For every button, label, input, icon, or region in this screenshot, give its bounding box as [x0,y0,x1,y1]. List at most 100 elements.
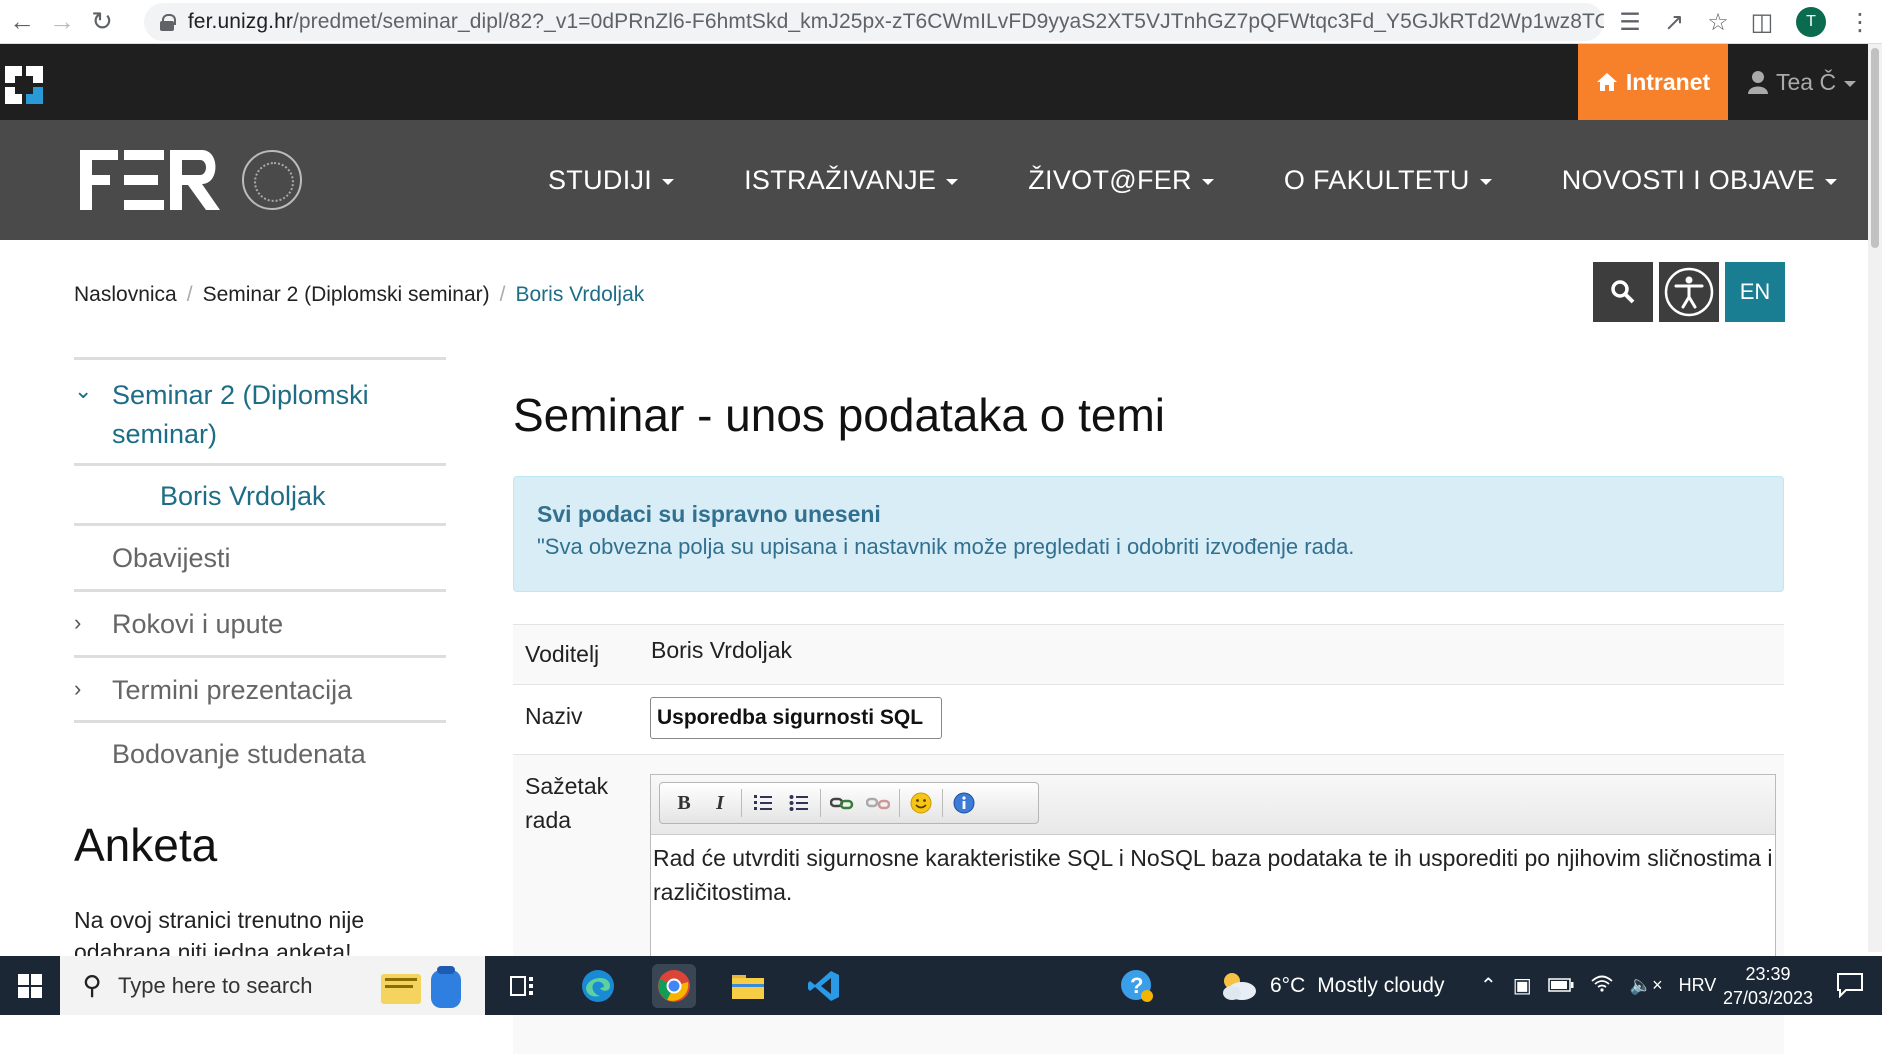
chevron-up-icon[interactable]: ⌃ [1480,973,1497,998]
anketa-heading: Anketa [74,819,218,871]
unlink-icon[interactable] [860,785,896,821]
sidebar-item-label: Seminar 2 (Diplomski seminar) [112,380,369,449]
nav-istrazivanje[interactable]: ISTRAŽIVANJE [744,164,959,196]
breadcrumb-current[interactable]: Boris Vrdoljak [515,283,644,307]
sidebar-item-label: Termini prezentacija [112,675,353,705]
sazetak-label-line1: Sažetak [525,773,609,799]
address-bar[interactable]: fer.unizg.hr/predmet/seminar_dipl/82?_v1… [144,3,1604,41]
file-explorer-icon[interactable] [726,964,770,1008]
sidepanel-icon[interactable]: ◫ [1740,8,1784,37]
clock-date: 27/03/2023 [1722,988,1814,1008]
url-text[interactable]: fer.unizg.hr/predmet/seminar_dipl/82?_v1… [188,10,1604,34]
search-icon [1611,280,1635,304]
voditelj-label: Voditelj [525,641,600,667]
intranet-label: Intranet [1625,68,1711,95]
breadcrumb-separator: / [499,283,506,306]
chevron-right-icon: › [74,610,82,635]
naziv-input[interactable]: Usporedba sigurnosti SQL [650,697,942,739]
info-icon[interactable] [946,785,982,821]
nav-zivot-fer-label: ŽIVOT@FER [1028,164,1192,195]
windows-icon [18,973,42,998]
bullet-list-icon[interactable] [781,785,817,821]
nav-o-fakultetu-label: O FAKULTETU [1283,164,1470,195]
nav-istrazivanje-label: ISTRAŽIVANJE [744,164,937,195]
start-button[interactable] [0,956,60,1015]
sazetak-text[interactable]: Rad će utvrditi sigurnosne karakteristik… [651,835,1775,915]
share-icon[interactable]: ↗ [1652,8,1696,37]
language-button[interactable]: EN [1725,262,1785,322]
forward-icon[interactable]: → [44,4,80,40]
weather-text: Mostly cloudy [1317,973,1445,997]
toolbar-separator [942,789,943,817]
chevron-down-icon [1479,179,1492,185]
vscode-icon[interactable] [802,964,846,1008]
nav-novosti[interactable]: NOVOSTI I OBJAVE [1561,164,1838,196]
battery-icon[interactable] [1547,974,1574,998]
notifications-icon[interactable] [1836,972,1864,1003]
info-alert: Svi podaci su ispravno uneseni "Sva obve… [513,476,1784,592]
sidebar-item-termini[interactable]: › Termini prezentacija [74,655,446,720]
chrome-icon[interactable] [652,964,696,1008]
university-seal [242,150,302,210]
chrome-menu-icon[interactable]: ⋮ [1838,8,1882,37]
chevron-down-icon [946,179,959,185]
taskbar-clock[interactable]: 23:39 27/03/2023 [1708,962,1828,1010]
task-view-icon[interactable] [500,964,544,1008]
editor-toolbar-group: B I [659,782,1039,824]
edge-icon[interactable] [576,964,620,1008]
intranet-button[interactable]: Intranet [1578,44,1728,120]
scrollbar-thumb[interactable] [1871,48,1879,248]
toolbar-separator [820,789,821,817]
help-icon[interactable]: ? [1115,964,1159,1008]
breadcrumb-home[interactable]: Naslovnica [74,283,177,307]
breadcrumb-course[interactable]: Seminar 2 (Diplomski seminar) [203,283,490,307]
page-title: Seminar - unos podataka o temi [513,389,1166,441]
nav-o-fakultetu[interactable]: O FAKULTETU [1284,165,1492,196]
link-icon[interactable] [824,785,860,821]
sazetak-label: Sažetak rada [525,769,608,837]
bold-icon[interactable]: B [666,785,702,821]
toolbar-separator [899,789,900,817]
sidebar-item-obavijesti[interactable]: Obavijesti [74,523,446,589]
numbered-list-icon[interactable] [745,785,781,821]
site-topbar: Intranet Tea Č [0,44,1868,120]
breadcrumb-separator: / [186,283,193,306]
bookmark-star-icon[interactable]: ☆ [1696,8,1740,37]
search-icon: ⚲ [82,970,102,1000]
taskbar-search[interactable]: ⚲ Type here to search [60,956,485,1015]
chevron-down-icon [662,179,675,185]
translate-icon[interactable]: ☰ [1608,8,1652,37]
page-scrollbar[interactable] [1868,44,1882,952]
editor-toolbar: B I [651,775,1775,835]
accessibility-button[interactable] [1659,262,1719,322]
nav-studiji[interactable]: STUDIJI [548,165,675,196]
user-icon [1748,71,1768,94]
lock-icon [160,14,176,31]
sidebar-item-label: Rokovi i upute [112,609,284,639]
volume-muted-icon[interactable]: 🔈× [1630,975,1663,996]
chevron-right-icon: › [74,676,82,701]
fer-mini-logo[interactable] [5,66,43,104]
alert-message: "Sva obvezna polja su upisana i nastavni… [537,534,1355,559]
italic-icon[interactable]: I [702,785,738,821]
meet-icon[interactable]: ▣ [1513,973,1532,998]
smiley-icon[interactable] [903,785,939,821]
nav-zivot-fer[interactable]: ŽIVOT@FER [1028,165,1214,196]
sidebar-item-mentor[interactable]: Boris Vrdoljak [74,463,446,523]
reload-icon[interactable]: ↻ [84,4,120,40]
back-icon[interactable]: ← [4,4,40,40]
sidebar-item-rokovi[interactable]: › Rokovi i upute [74,589,446,655]
sidebar-item-seminar[interactable]: ⌄ Seminar 2 (Diplomski seminar) [74,357,446,463]
chevron-down-icon: ⌄ [74,378,93,403]
user-name: Tea Č [1776,68,1837,95]
profile-avatar[interactable]: T [1796,7,1826,37]
fer-logo[interactable] [80,150,220,210]
nav-novosti-label: NOVOSTI I OBJAVE [1561,164,1816,195]
weather-widget[interactable]: 6°C Mostly cloudy [1218,956,1444,1015]
sidebar-item-bodovanje[interactable]: Bodovanje studenata [74,720,446,786]
wifi-icon[interactable] [1590,973,1614,999]
search-button[interactable] [1593,262,1653,322]
page-tools: EN [1593,262,1785,322]
user-menu[interactable]: Tea Č [1748,44,1857,120]
home-icon [1596,73,1617,91]
